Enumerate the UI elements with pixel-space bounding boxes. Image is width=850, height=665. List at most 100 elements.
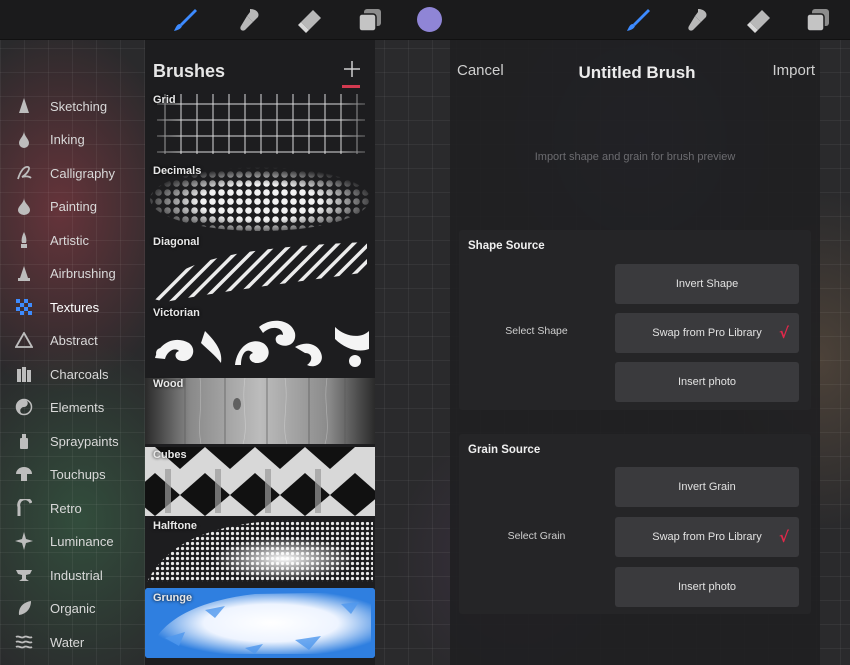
button-label: Insert photo — [677, 376, 737, 388]
category-painting[interactable]: Painting — [0, 191, 145, 221]
category-label: Touchups — [50, 466, 106, 482]
brush-name: Victorian — [153, 307, 200, 319]
category-label: Inking — [50, 131, 85, 147]
category-elements[interactable]: Elements — [0, 392, 145, 422]
smudge-icon[interactable] — [236, 6, 264, 34]
layers-icon[interactable] — [356, 6, 384, 34]
grain-source-section: Grain Source Select Grain Invert Grain S… — [459, 434, 811, 614]
ink-drop-icon — [14, 129, 34, 149]
category-abstract[interactable]: Abstract — [0, 325, 145, 355]
category-sketching[interactable]: Sketching — [0, 91, 145, 121]
top-toolbar — [0, 0, 850, 40]
category-touchups[interactable]: Touchups — [0, 459, 145, 489]
category-label: Elements — [50, 399, 105, 415]
brush-tip-icon — [14, 230, 34, 250]
checkmark-icon: √ — [778, 324, 789, 342]
sparkle-icon — [14, 531, 34, 551]
triangle-icon — [14, 330, 34, 350]
category-label: Retro — [50, 500, 82, 516]
button-label: Invert Grain — [678, 481, 736, 493]
smudge-icon[interactable] — [684, 6, 712, 34]
brush-item-decimals[interactable]: Decimals — [145, 161, 375, 232]
category-label: Sketching — [50, 98, 108, 114]
category-industrial[interactable]: Industrial — [0, 560, 145, 590]
charcoal-sticks-icon — [14, 364, 34, 384]
category-luminance[interactable]: Luminance — [0, 526, 145, 556]
shape-source-section: Shape Source Select Shape Invert Shape S… — [459, 230, 811, 410]
category-label: Calligraphy — [50, 165, 116, 181]
yin-yang-icon — [14, 397, 34, 417]
paint-drop-icon — [14, 196, 34, 216]
button-label: Invert Shape — [675, 278, 739, 290]
category-water[interactable]: Water — [0, 627, 145, 657]
category-label: Textures — [50, 299, 100, 315]
button-label: Insert photo — [677, 581, 737, 593]
brush-name: Halftone — [153, 520, 197, 532]
airbrush-icon — [14, 263, 34, 283]
brush-studio-panel: Cancel Untitled Brush Import Import shap… — [450, 40, 820, 665]
brush-item-wood[interactable]: Wood — [145, 374, 375, 445]
preview-hint: Import shape and grain for brush preview — [534, 151, 736, 163]
category-inking[interactable]: Inking — [0, 124, 145, 154]
brush-icon[interactable] — [624, 6, 652, 34]
pencil-tip-icon — [14, 96, 34, 116]
category-airbrushing[interactable]: Airbrushing — [0, 258, 145, 288]
select-grain-button[interactable]: Select Grain — [459, 530, 614, 542]
button-label: Swap from Pro Library — [652, 531, 762, 543]
brush-icon[interactable] — [171, 6, 199, 34]
category-organic[interactable]: Organic — [0, 593, 145, 623]
category-label: Luminance — [50, 533, 114, 549]
brush-name: Wood — [153, 378, 184, 390]
category-label: Airbrushing — [50, 265, 116, 281]
plus-icon — [344, 61, 360, 77]
brushes-panel: Brushes Grid Decimals Diagonal Victorian… — [145, 40, 375, 665]
category-calligraphy[interactable]: Calligraphy — [0, 158, 145, 188]
brush-item-grunge[interactable]: Grunge — [145, 588, 375, 658]
category-spraypaints[interactable]: Spraypaints — [0, 426, 145, 456]
category-textures[interactable]: Textures — [0, 292, 145, 322]
brush-item-diagonal[interactable]: Diagonal — [145, 232, 375, 303]
waves-icon — [14, 632, 34, 652]
brush-item-victorian[interactable]: Victorian — [145, 303, 375, 374]
brush-item-cubes[interactable]: Cubes — [145, 445, 375, 516]
category-artistic[interactable]: Artistic — [0, 225, 145, 255]
checker-icon — [14, 297, 34, 317]
invert-grain-button[interactable]: Invert Grain — [615, 467, 799, 507]
eraser-icon[interactable] — [745, 6, 773, 34]
checkmark-icon: √ — [778, 528, 789, 546]
brush-name: Cubes — [153, 449, 187, 461]
category-label: Painting — [50, 198, 97, 214]
anvil-icon — [14, 565, 34, 585]
brush-item-grid[interactable]: Grid — [145, 90, 375, 161]
insert-shape-photo-button[interactable]: Insert photo — [615, 362, 799, 402]
brush-name: Grunge — [153, 592, 193, 604]
layers-icon[interactable] — [804, 6, 832, 34]
category-label: Artistic — [50, 232, 89, 248]
swap-grain-pro-library-button[interactable]: Swap from Pro Library √ — [615, 517, 799, 557]
brush-name: Diagonal — [153, 236, 200, 248]
swap-shape-pro-library-button[interactable]: Swap from Pro Library √ — [615, 313, 799, 353]
grid-texture-preview — [157, 94, 365, 154]
retro-arc-icon — [14, 498, 34, 518]
add-button-underline — [342, 85, 360, 88]
invert-shape-button[interactable]: Invert Shape — [615, 264, 799, 304]
section-title: Grain Source — [468, 444, 541, 456]
insert-grain-photo-button[interactable]: Insert photo — [615, 567, 799, 607]
mushroom-icon — [14, 464, 34, 484]
category-label: Abstract — [50, 332, 98, 348]
select-shape-button[interactable]: Select Shape — [459, 325, 614, 337]
section-title: Shape Source — [468, 240, 545, 252]
eraser-icon[interactable] — [296, 6, 324, 34]
category-charcoals[interactable]: Charcoals — [0, 359, 145, 389]
category-label: Organic — [50, 600, 96, 616]
category-retro[interactable]: Retro — [0, 493, 145, 523]
brush-item-halftone[interactable]: Halftone — [145, 516, 375, 587]
spray-can-icon — [14, 431, 34, 451]
studio-title: Untitled Brush — [578, 63, 696, 82]
import-button[interactable]: Import — [772, 62, 815, 79]
brush-name: Decimals — [153, 165, 202, 177]
category-label: Charcoals — [50, 366, 109, 382]
add-brush-button[interactable] — [341, 58, 363, 80]
color-swatch[interactable] — [417, 7, 442, 32]
category-label: Water — [50, 634, 85, 650]
